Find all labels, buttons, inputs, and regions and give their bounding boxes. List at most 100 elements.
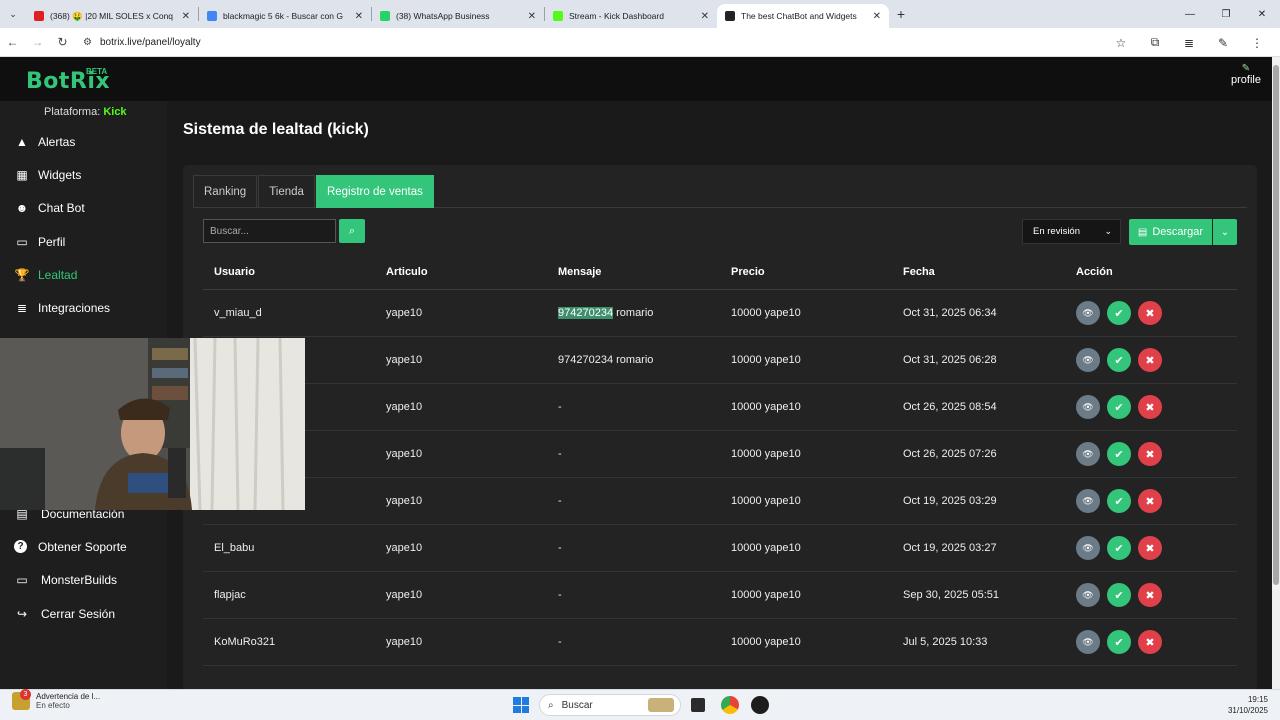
reject-button[interactable]: ✖ bbox=[1138, 630, 1162, 654]
reject-button[interactable]: ✖ bbox=[1138, 301, 1162, 325]
tab-search-chevron-icon[interactable]: ⌄ bbox=[0, 0, 26, 28]
view-button[interactable]: 👁 bbox=[1076, 630, 1100, 654]
download-button[interactable]: ▤ Descargar bbox=[1129, 219, 1212, 245]
new-tab-button[interactable]: + bbox=[889, 6, 913, 22]
price-cell: 10000 yape10 bbox=[731, 636, 801, 648]
minimize-icon[interactable]: — bbox=[1172, 9, 1208, 20]
browser-tab[interactable]: Stream - Kick Dashboard ✕ bbox=[545, 4, 717, 28]
reject-button[interactable]: ✖ bbox=[1138, 536, 1162, 560]
system-clock[interactable]: 19:15 31/10/2025 bbox=[1228, 694, 1268, 716]
reload-icon[interactable]: ↻ bbox=[50, 35, 75, 49]
message-cell: - bbox=[558, 619, 562, 665]
restore-icon[interactable]: ❐ bbox=[1208, 9, 1244, 20]
chrome-icon[interactable] bbox=[721, 696, 739, 714]
browser-tab[interactable]: blackmagic 5 6k - Buscar con G ✕ bbox=[199, 4, 371, 28]
approve-button[interactable]: ✔ bbox=[1107, 301, 1131, 325]
check-icon: ✔ bbox=[1114, 448, 1124, 461]
view-button[interactable]: 👁 bbox=[1076, 489, 1100, 513]
close-tab-icon[interactable]: ✕ bbox=[528, 11, 536, 22]
message-text: - bbox=[558, 542, 562, 554]
profile-button[interactable]: ✎ profile bbox=[1228, 63, 1264, 86]
sidebar-item-cerrar-sesi-n[interactable]: ↪ Cerrar Sesión bbox=[0, 597, 167, 630]
browser-tab[interactable]: (38) WhatsApp Business ✕ bbox=[372, 4, 544, 28]
search-input[interactable] bbox=[203, 219, 336, 243]
warning-icon: ▲ bbox=[16, 134, 28, 149]
address-bar-row: ← → ↻ ⚙ botrix.live/panel/loyalty ☆ ⧉ ≣ … bbox=[0, 28, 1280, 57]
approve-button[interactable]: ✔ bbox=[1107, 395, 1131, 419]
close-tab-icon[interactable]: ✕ bbox=[355, 11, 363, 22]
main-content: Sistema de lealtad (kick) Ranking Tienda… bbox=[167, 101, 1272, 695]
browser-tab[interactable]: (368) 🤑 |20 MIL SOLES x Conq ✕ bbox=[26, 4, 198, 28]
view-button[interactable]: 👁 bbox=[1076, 583, 1100, 607]
google-icon bbox=[207, 11, 217, 21]
sidebar-item-obtener-soporte[interactable]: ? Obtener Soporte bbox=[0, 530, 167, 563]
tab-ranking[interactable]: Ranking bbox=[193, 175, 258, 208]
taskbar-search[interactable]: ⌕ Buscar bbox=[539, 694, 681, 716]
approve-button[interactable]: ✔ bbox=[1107, 583, 1131, 607]
approve-button[interactable]: ✔ bbox=[1107, 536, 1131, 560]
extension-pin-icon[interactable]: ✎ bbox=[1206, 36, 1240, 50]
approve-button[interactable]: ✔ bbox=[1107, 630, 1131, 654]
url-field[interactable]: ⚙ botrix.live/panel/loyalty bbox=[83, 31, 201, 53]
actions-cell: 👁 ✔ ✖ bbox=[1076, 431, 1169, 477]
windows-start-icon[interactable] bbox=[513, 697, 529, 713]
extensions-icon[interactable]: ⧉ bbox=[1138, 35, 1172, 50]
scrollbar-thumb[interactable] bbox=[1273, 65, 1279, 585]
sidebar-item-widgets[interactable]: ▦ Widgets bbox=[0, 158, 167, 191]
sidebar-item-label: Widgets bbox=[38, 167, 82, 182]
back-icon[interactable]: ← bbox=[0, 35, 25, 49]
item-cell: yape10 bbox=[386, 636, 423, 648]
browser-menu-icon[interactable]: ⋮ bbox=[1240, 36, 1274, 50]
browser-tab-title: (368) 🤑 |20 MIL SOLES x Conq bbox=[50, 10, 174, 21]
view-button[interactable]: 👁 bbox=[1076, 301, 1100, 325]
browser-tab[interactable]: The best ChatBot and Widgets ✕ bbox=[717, 4, 889, 28]
tab-registro-de-ventas[interactable]: Registro de ventas bbox=[315, 175, 434, 208]
close-tab-icon[interactable]: ✕ bbox=[182, 11, 190, 22]
sidebar-item-integraciones[interactable]: ≣ Integraciones bbox=[0, 291, 167, 324]
sidebar-item-monsterbuilds[interactable]: ▭ MonsterBuilds bbox=[0, 563, 167, 596]
sidebar-item-alertas[interactable]: ▲ Alertas bbox=[0, 125, 167, 158]
forward-icon[interactable]: → bbox=[25, 35, 50, 49]
reject-button[interactable]: ✖ bbox=[1138, 348, 1162, 372]
sidebar-item-chat-bot[interactable]: ☻ Chat Bot bbox=[0, 191, 167, 224]
reject-button[interactable]: ✖ bbox=[1138, 489, 1162, 513]
notification-subtitle: En efecto bbox=[36, 701, 70, 710]
status-filter-select[interactable]: En revisión ⌄ bbox=[1022, 219, 1121, 244]
page-scrollbar[interactable] bbox=[1272, 57, 1280, 689]
actions-cell: 👁 ✔ ✖ bbox=[1076, 478, 1169, 524]
sidebar-item-lealtad[interactable]: 🏆 Lealtad bbox=[0, 258, 167, 291]
view-button[interactable]: 👁 bbox=[1076, 536, 1100, 560]
check-icon: ✔ bbox=[1114, 354, 1124, 367]
approve-button[interactable]: ✔ bbox=[1107, 348, 1131, 372]
close-tab-icon[interactable]: ✕ bbox=[701, 11, 709, 22]
reject-button[interactable]: ✖ bbox=[1138, 583, 1162, 607]
sidebar-item-label: Chat Bot bbox=[38, 200, 85, 215]
obs-icon[interactable] bbox=[751, 696, 769, 714]
tab-tienda[interactable]: Tienda bbox=[258, 175, 315, 208]
approve-button[interactable]: ✔ bbox=[1107, 442, 1131, 466]
approve-button[interactable]: ✔ bbox=[1107, 489, 1131, 513]
close-tab-icon[interactable]: ✕ bbox=[873, 11, 881, 22]
reject-button[interactable]: ✖ bbox=[1138, 395, 1162, 419]
download-options-button[interactable]: ⌄ bbox=[1213, 219, 1237, 245]
bookmark-star-icon[interactable]: ☆ bbox=[1104, 36, 1138, 50]
trophy-icon: 🏆 bbox=[14, 267, 30, 282]
table-row: KoMuRo321 yape10 - 10000 yape10 Jul 5, 2025 … bbox=[203, 619, 1237, 666]
search-button[interactable]: ⌕ bbox=[339, 219, 365, 243]
x-icon: ✖ bbox=[1145, 495, 1155, 508]
reject-button[interactable]: ✖ bbox=[1138, 442, 1162, 466]
view-button[interactable]: 👁 bbox=[1076, 442, 1100, 466]
view-button[interactable]: 👁 bbox=[1076, 395, 1100, 419]
view-button[interactable]: 👁 bbox=[1076, 348, 1100, 372]
price-cell: 10000 yape10 bbox=[731, 307, 801, 319]
kick-icon bbox=[553, 11, 563, 21]
taskbar-notification[interactable]: 3 Advertencia de l... En efecto bbox=[12, 689, 100, 710]
eye-icon: 👁 bbox=[1082, 401, 1094, 412]
reading-list-icon[interactable]: ≣ bbox=[1172, 36, 1206, 50]
x-icon: ✖ bbox=[1145, 448, 1155, 461]
sidebar-item-perfil[interactable]: ▭ Perfil bbox=[0, 225, 167, 258]
site-settings-icon[interactable]: ⚙ bbox=[83, 37, 92, 48]
close-window-icon[interactable]: ✕ bbox=[1244, 9, 1280, 20]
message-cell: 974270234 romario bbox=[558, 290, 653, 336]
task-view-icon[interactable] bbox=[691, 698, 705, 712]
